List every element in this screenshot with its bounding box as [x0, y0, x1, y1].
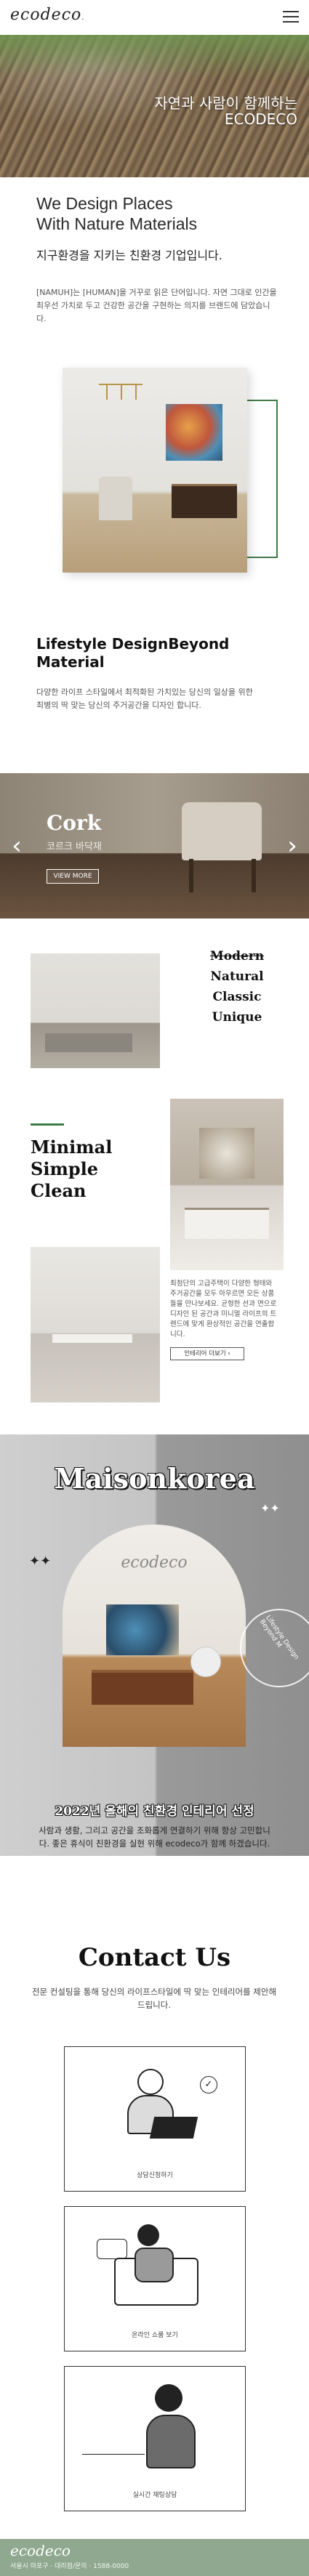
check-icon: ✓ — [200, 2076, 217, 2093]
intro-section: We Design Places With Nature Materials 지… — [0, 177, 309, 773]
award-section: Maisonkorea ✦✦ ✦✦ ecodeco Lifestyle Desi… — [0, 1434, 309, 1856]
site-header: ecodeco. — [0, 0, 309, 35]
gallery-photo-livingroom — [31, 953, 160, 1068]
lifestyle-paragraph: 다양한 라이프 스타일에서 최적화된 가치있는 당신의 일상을 위한 최병의 딱… — [36, 687, 253, 710]
headline-clean: Clean — [31, 1180, 87, 1201]
hero-brand-name: ECODECO — [224, 110, 297, 128]
card-caption: 실시간 채팅상담 — [132, 2492, 177, 2499]
arch-interior-photo: ecodeco — [63, 1525, 246, 1747]
arch-cabinet — [92, 1670, 193, 1705]
interior-more-button[interactable]: 인테리어 더보기 › — [170, 1347, 244, 1360]
consult-request-card[interactable]: ✓ 상담신청하기 — [64, 2046, 246, 2192]
chair-leg — [189, 859, 193, 892]
view-more-button[interactable]: VIEW MORE — [47, 869, 99, 884]
person-body-icon — [135, 2248, 174, 2282]
contact-title: Contact Us — [78, 1943, 231, 1972]
chandelier — [99, 384, 143, 400]
online-showroom-card[interactable]: 온라인 쇼룸 보기 — [64, 2206, 246, 2351]
sparkle-icon: ✦✦ — [260, 1501, 280, 1515]
live-chat-card[interactable]: 실시간 채팅상담 — [64, 2366, 246, 2511]
brand-logo[interactable]: ecodeco. — [10, 6, 84, 24]
keyword-modern: Modern — [209, 949, 265, 964]
keyword-classic: Classic — [212, 990, 262, 1004]
intro-heading-line2: With Nature Materials — [36, 214, 198, 233]
keyword-unique: Unique — [212, 1010, 262, 1025]
slide-subtitle: 코르크 바닥재 — [47, 841, 102, 852]
sofa — [45, 1033, 132, 1052]
chair — [99, 477, 132, 520]
footer-info: 서울시 마포구 · 대리점/문의 · 1588-0000 — [10, 2563, 129, 2570]
chandelier-drop — [121, 384, 122, 400]
footer-logo[interactable]: ecodeco — [10, 2542, 71, 2559]
person-head-icon — [155, 2384, 182, 2412]
gallery-photo-study — [31, 1247, 160, 1402]
bedroom-art — [199, 1128, 254, 1179]
wall-painting — [166, 404, 222, 461]
intro-subheading: 지구환경을 지키는 친환경 기업입니다. — [36, 249, 222, 262]
chandelier-drop — [106, 384, 108, 400]
person-head-icon — [137, 2069, 164, 2095]
slider-next-arrow-icon[interactable]: › — [281, 831, 303, 860]
card-caption: 상담신청하기 — [137, 2172, 173, 2179]
award-magazine-title: Maisonkorea — [54, 1462, 255, 1495]
style-gallery: Modern Natural Classic Unique Minimal Si… — [0, 918, 309, 1434]
style-keywords: Modern Natural Classic Unique — [201, 946, 273, 1027]
chat-bubble-icon — [97, 2239, 127, 2259]
arch-logo: ecodeco — [121, 1554, 188, 1572]
accent-line — [31, 1123, 64, 1126]
desk — [52, 1334, 132, 1343]
accent-frame — [247, 400, 278, 558]
gallery-headline: Minimal Simple Clean — [31, 1136, 112, 1202]
intro-paragraph: [NAMUH]는 [HUMAN]을 거꾸로 읽은 단어입니다. 자연 그대로 인… — [36, 288, 277, 323]
floor-line — [82, 2454, 145, 2455]
bed — [185, 1208, 269, 1239]
product-slider: Cork 코르크 바닥재 VIEW MORE ‹ › — [0, 773, 309, 918]
chair-leg — [252, 859, 256, 892]
interior-photo-living — [63, 368, 247, 573]
menu-icon[interactable] — [283, 11, 299, 24]
site-footer: ecodeco 서울시 마포구 · 대리점/문의 · 1588-0000 — [0, 2539, 309, 2576]
gallery-photo-bedroom — [170, 1099, 284, 1270]
slide-title: Cork — [47, 811, 102, 835]
sparkle-icon: ✦✦ — [29, 1554, 52, 1569]
contact-paragraph: 전문 컨설팅을 통해 당신의 라이프스타일에 딱 맞는 인테리어를 제안해 드립… — [31, 1987, 277, 2010]
slider-prev-arrow-icon[interactable]: ‹ — [6, 831, 28, 860]
lounge-chair — [182, 802, 262, 860]
sideboard — [172, 484, 237, 518]
headline-simple: Simple — [31, 1158, 99, 1179]
card-caption: 온라인 쇼룸 보기 — [132, 2332, 178, 2339]
arch-lamp — [190, 1647, 221, 1677]
person-head-icon — [137, 2224, 159, 2246]
award-heading: 2022년 올해의 친환경 인테리어 선정 — [55, 1804, 254, 1819]
hero-foliage — [0, 35, 309, 78]
arch-painting — [106, 1604, 179, 1655]
intro-heading: We Design Places With Nature Materials — [36, 193, 276, 234]
hero-tagline: 자연과 사람이 함께하는 — [154, 94, 297, 112]
intro-heading-line1: We Design Places — [36, 194, 173, 213]
contact-section: Contact Us 전문 컨설팅을 통해 당신의 라이프스타일에 딱 맞는 인… — [0, 1856, 309, 2539]
keyword-natural: Natural — [210, 969, 264, 984]
chandelier-drop — [135, 384, 137, 400]
award-paragraph: 사람과 생활, 그리고 공간을 조화롭게 연결하기 위해 항상 고민합니다. 좋… — [39, 1825, 270, 1849]
gallery-description: 최첨단의 고급주택이 다양한 형태와 주거공간을 모두 아우르면 모든 상품들을… — [170, 1280, 277, 1339]
hero-banner: 자연과 사람이 함께하는 ECODECO — [0, 35, 309, 177]
lifestyle-heading: Lifestyle DesignBeyond Material — [36, 635, 230, 671]
laptop-icon — [149, 2117, 198, 2139]
person-body-icon — [146, 2415, 196, 2468]
headline-minimal: Minimal — [31, 1136, 113, 1158]
